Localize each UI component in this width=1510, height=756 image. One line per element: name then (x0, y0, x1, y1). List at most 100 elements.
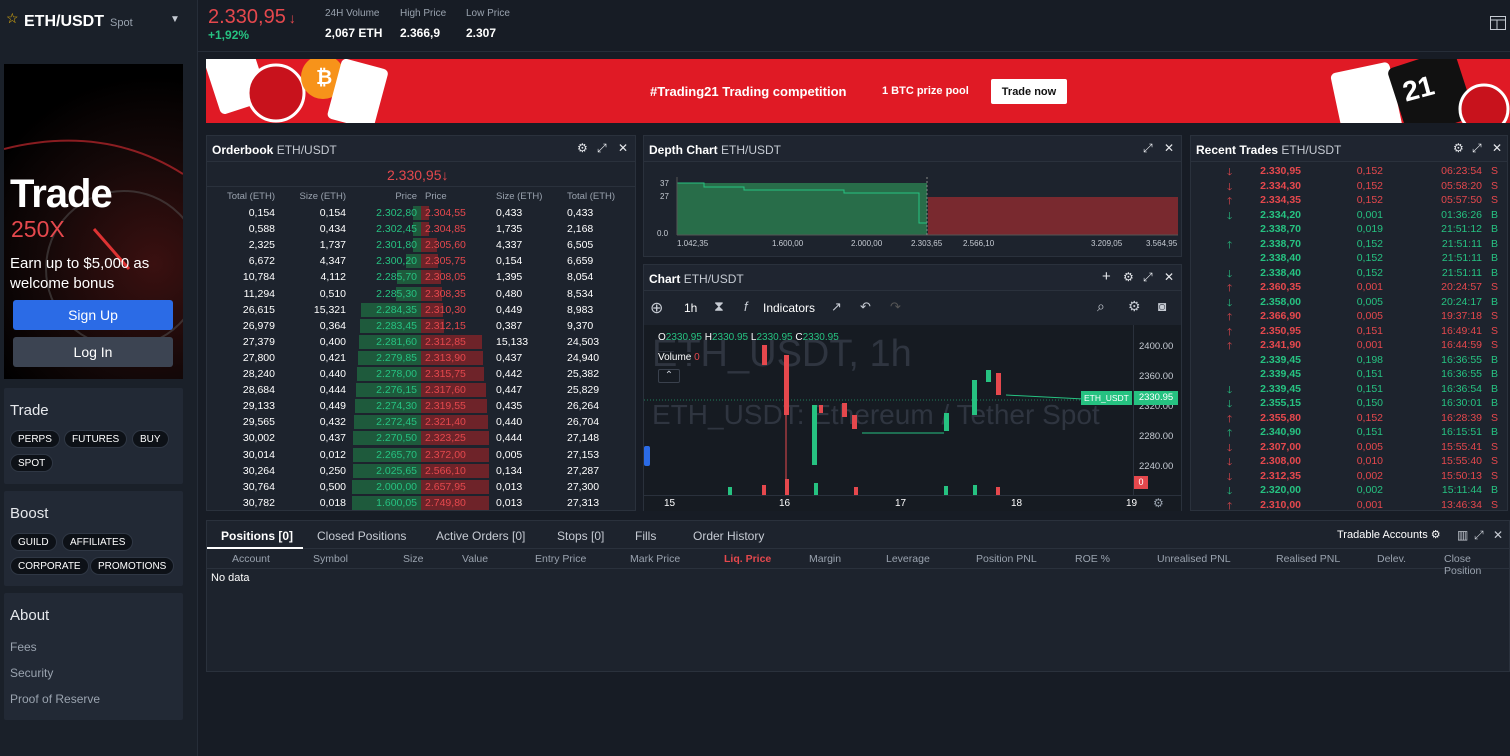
drawer-handle[interactable] (644, 446, 650, 466)
orderbook-row[interactable]: 30,782 0,018 1.600,05 2.749,80 0,013 27,313 (207, 495, 635, 511)
orderbook-row[interactable]: 6,672 4,347 2.300,20 2.305,75 0,154 6,659 (207, 253, 635, 269)
signup-button[interactable]: Sign Up (13, 300, 173, 330)
col-size-ask: Size (ETH) (496, 191, 543, 202)
orderbook-row[interactable]: 10,784 4,112 2.285,70 2.308,05 1,395 8,054 (207, 269, 635, 285)
orderbook-row[interactable]: 29,565 0,432 2.272,45 2.321,40 0,440 26,704 (207, 414, 635, 430)
orderbook-row[interactable]: 27,379 0,400 2.281,60 2.312,85 15,133 24,503 (207, 334, 635, 350)
undo-icon[interactable]: ↶ (860, 299, 871, 315)
promo-banner[interactable]: ₿ #Trading21 Trading competition 1 BTC p… (206, 59, 1510, 123)
col-account: Account (232, 553, 270, 565)
chip-perps[interactable]: PERPS (10, 430, 60, 448)
zoom-icon[interactable]: ⌕ (1097, 298, 1105, 315)
trade-row: 🡑 2.355,80 0,152 16:28:39 S (1191, 411, 1507, 426)
positions-empty: No data (211, 572, 250, 584)
orderbook-row[interactable]: 26,979 0,364 2.283,45 2.312,15 0,387 9,370 (207, 318, 635, 334)
gear-icon[interactable]: ⚙ (577, 141, 588, 155)
orderbook-row[interactable]: 28,684 0,444 2.276,15 2.317,60 0,447 25,829 (207, 382, 635, 398)
columns-icon[interactable]: ▥ (1457, 528, 1468, 542)
pair-selector[interactable]: ☆ ETH/USDT Spot ▼ (0, 0, 198, 52)
add-circle-icon[interactable]: ⊕ (650, 298, 663, 318)
gear-icon: ⚙ (1430, 529, 1441, 541)
chip-affiliates[interactable]: AFFILIATES (62, 533, 134, 551)
link-proof-of-reserve[interactable]: Proof of Reserve (10, 692, 100, 706)
tab-order-history[interactable]: Order History (693, 529, 764, 543)
trade-row: 2.338,70 0,019 21:51:12 B (1260, 223, 1499, 235)
expand-icon[interactable]: ⤢ (1143, 141, 1153, 156)
orderbook-row[interactable]: 30,002 0,437 2.270,50 2.323,25 0,444 27,148 (207, 430, 635, 446)
orderbook-panel: Orderbook ETH/USDT ⚙ ⤢ ✕ 2.330,95↓ Total… (206, 135, 636, 511)
star-icon[interactable]: ☆ (6, 10, 19, 27)
expand-icon[interactable]: ⤢ (1474, 528, 1484, 543)
chip-promotions[interactable]: PROMOTIONS (90, 557, 175, 575)
chip-corporate[interactable]: CORPORATE (10, 557, 89, 575)
tab-closed-positions[interactable]: Closed Positions (317, 529, 406, 543)
orderbook-row[interactable]: 11,294 0,510 2.285,30 2.308,35 0,480 8,534 (207, 286, 635, 302)
close-icon[interactable]: ✕ (1164, 141, 1174, 155)
layout-icon[interactable] (1490, 16, 1506, 30)
link-fees[interactable]: Fees (10, 640, 37, 654)
interval-button[interactable]: 1h (684, 301, 697, 315)
orderbook-row[interactable]: 30,014 0,012 2.265,70 2.372,00 0,005 27,153 (207, 447, 635, 463)
expand-icon[interactable]: ⤢ (597, 141, 607, 156)
trade-row: 🡓 2.312,35 0,002 15:50:13 S (1191, 469, 1507, 484)
chart-canvas[interactable]: ETH_USDT, 1h ETH_USDT: Ethereum / Tether… (644, 325, 1181, 511)
function-icon[interactable]: f (744, 299, 748, 314)
gear-icon[interactable]: ⚙ (1453, 141, 1464, 155)
external-link-icon[interactable]: ↗ (831, 299, 842, 315)
indicators-button[interactable]: Indicators (763, 301, 815, 315)
orderbook-mid-price: 2.330,95↓ (387, 167, 449, 183)
trade-row: 🡓 2.339,45 0,151 16:36:54 B (1191, 382, 1507, 397)
login-button[interactable]: Log In (13, 337, 173, 367)
expand-icon[interactable]: ⤢ (1143, 270, 1153, 285)
trade-title: Trade (10, 402, 49, 419)
trade-now-button[interactable]: Trade now (991, 79, 1067, 104)
chip-futures[interactable]: FUTURES (64, 430, 128, 448)
candles-icon[interactable]: ⧗ (714, 298, 724, 315)
close-icon[interactable]: ✕ (1492, 141, 1502, 155)
recent-trades-rows: 🡓 2.330,95 0,152 06:23:54 S 🡓 2.334,30 0,152 05:… (1191, 164, 1507, 510)
orderbook-row[interactable]: 27,800 0,421 2.279,85 2.313,90 0,437 24,940 (207, 350, 635, 366)
depth-x-tick: 3.564,95 (1146, 239, 1178, 248)
tradable-accounts-button[interactable]: Tradable Accounts ⚙ (1337, 528, 1441, 541)
about-title: About (10, 607, 50, 624)
tab-active-orders[interactable]: Active Orders [0] (436, 529, 525, 543)
chip-guild[interactable]: GUILD (10, 533, 57, 551)
orderbook-row[interactable]: 30,764 0,500 2.000,00 2.657,95 0,013 27,300 (207, 479, 635, 495)
close-icon[interactable]: ✕ (1164, 270, 1174, 284)
tab-stops[interactable]: Stops [0] (557, 529, 604, 543)
arrow-up-icon: 🡑 (1227, 500, 1233, 511)
camera-icon[interactable]: ◙ (1158, 298, 1166, 314)
orderbook-row[interactable]: 30,264 0,250 2.025,65 2.566,10 0,134 27,287 (207, 463, 635, 479)
tab-positions[interactable]: Positions [0] (221, 529, 293, 543)
orderbook-row[interactable]: 28,240 0,440 2.278,00 2.315,75 0,442 25,382 (207, 366, 635, 382)
orderbook-row[interactable]: 29,133 0,449 2.274,30 2.319,55 0,435 26,264 (207, 398, 635, 414)
volume-tag: 0 (1134, 476, 1148, 489)
col-size-bid: Size (ETH) (299, 191, 346, 202)
depth-x-tick: 2.566,10 (963, 239, 995, 248)
close-icon[interactable]: ✕ (1493, 528, 1503, 542)
settings-icon[interactable]: ⚙ (1128, 298, 1141, 315)
add-icon[interactable]: + (1102, 268, 1111, 285)
collapse-icon[interactable]: ⌃ (658, 369, 680, 383)
chip-spot[interactable]: SPOT (10, 454, 54, 472)
promo-headline: Trade (10, 172, 113, 216)
redo-icon[interactable]: ↷ (890, 299, 901, 315)
chip-buy[interactable]: BUY (132, 430, 169, 448)
stat-high-label: High Price (400, 8, 447, 19)
poker-chips-image: ₿ (206, 59, 388, 123)
expand-icon[interactable]: ⤢ (1472, 141, 1482, 156)
gear-icon[interactable]: ⚙ (1153, 496, 1164, 510)
chevron-down-icon[interactable]: ▼ (170, 14, 180, 25)
price-tick: 2360.00 (1139, 371, 1174, 382)
orderbook-row[interactable]: 0,588 0,434 2.302,45 2.304,85 1,735 2,168 (207, 221, 635, 237)
orderbook-row[interactable]: 2,325 1,737 2.301,80 2.305,60 4,337 6,505 (207, 237, 635, 253)
gear-icon[interactable]: ⚙ (1123, 270, 1134, 284)
arrow-down-icon: ↓ (441, 167, 449, 183)
stat-low-value: 2.307 (466, 26, 497, 40)
orderbook-row[interactable]: 26,615 15,321 2.284,35 2.310,30 0,449 8,983 (207, 302, 635, 318)
close-icon[interactable]: ✕ (618, 141, 628, 155)
link-security[interactable]: Security (10, 666, 53, 680)
orderbook-row[interactable]: 0,154 0,154 2.302,80 2.304,55 0,433 0,433 (207, 205, 635, 221)
tab-fills[interactable]: Fills (635, 529, 656, 543)
col-symbol: Symbol (313, 553, 349, 565)
